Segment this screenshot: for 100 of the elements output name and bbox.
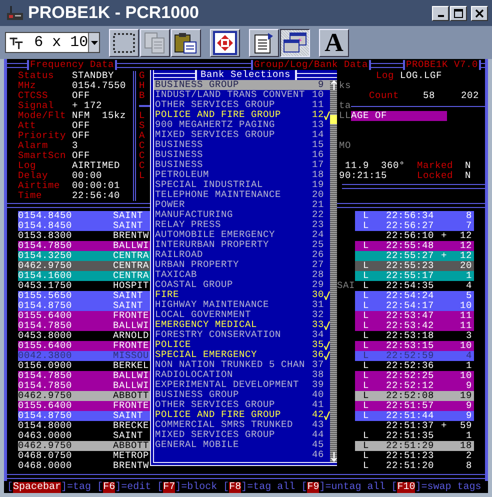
row-highlight[interactable]: 0154.7850 BALLWI	[18, 381, 150, 391]
row-highlight[interactable]: L 22:54:24 5	[355, 291, 474, 301]
minimize-button[interactable]	[432, 6, 449, 20]
bank-list-item[interactable]: URBAN PROPERTY 27	[154, 260, 330, 270]
row-highlight[interactable]: L 22:51:29 18	[355, 441, 474, 451]
properties-button[interactable]	[249, 28, 279, 56]
bank-list-item[interactable]: POWER 21	[154, 200, 330, 210]
bank-list-item[interactable]: GENERAL MOBILE 45	[154, 440, 330, 450]
bank-list-item[interactable]: LOCAL GOVERNMENT 32	[154, 310, 330, 320]
row-highlight[interactable]: 0468.0750 METROP	[18, 451, 150, 461]
row-highlight[interactable]: L 22:51:44 9	[355, 411, 474, 421]
row-highlight[interactable]: 0154.8450 SAINT	[18, 221, 150, 231]
bank-list-item[interactable]: BUSINESS 16	[154, 150, 330, 160]
font-size-select[interactable]: 6 x 10	[5, 32, 100, 53]
bank-list-item[interactable]: MIXED SERVICES GROUP 44	[154, 430, 330, 440]
row-highlight[interactable]: L 22:53:15 10	[355, 341, 474, 351]
close-button[interactable]	[471, 6, 488, 20]
bank-list-item[interactable]: AUTOMOBILE EMERGENCY 24	[154, 230, 330, 240]
row-highlight[interactable]: L 22:52:08 19	[355, 391, 474, 401]
select-button[interactable]	[109, 28, 139, 56]
count-cell: 4	[466, 350, 472, 361]
scroll-up-icon[interactable]	[330, 80, 336, 90]
bank-list-item[interactable]: MIXED SERVICES GROUP 14	[154, 130, 330, 140]
row-highlight[interactable]: 0155.6400 FRONTE	[18, 401, 150, 411]
row-highlight[interactable]: 0154.7850 BALLWI	[18, 321, 150, 331]
bank-list-item[interactable]: COMMERCIAL SMRS TRUNKED 43	[154, 420, 330, 430]
time-cell: 22:54:24	[386, 291, 434, 301]
row-highlight[interactable]: L 22:53:47 11	[355, 311, 474, 321]
row-highlight[interactable]: 0154.7850 BALLWI	[18, 241, 150, 251]
paste-button[interactable]	[171, 28, 201, 56]
row-highlight[interactable]: L 22:52:12 9	[355, 381, 474, 391]
row-highlight[interactable]: 0462.9750 ABBOTT	[18, 441, 150, 451]
row-highlight[interactable]: L 22:56:27 7	[355, 221, 474, 231]
name-cell: BALLWI	[113, 241, 150, 251]
row-highlight[interactable]: 0154.8750 SAINT	[18, 411, 150, 421]
locked-value: N	[465, 171, 472, 181]
bank-list-item[interactable]: SPECIAL EMERGENCY 36	[154, 350, 330, 360]
check-icon	[324, 290, 330, 300]
row-highlight[interactable]: 0462.9750 ABBOTT	[18, 391, 150, 401]
dropdown-button[interactable]	[88, 33, 99, 52]
row-highlight[interactable]: 0154.8750 SAINT	[18, 301, 150, 311]
frequency-cell: 0154.3250	[18, 251, 72, 261]
bank-list-item[interactable]: OTHER SERVICES GROUP 41	[154, 400, 330, 410]
row-highlight[interactable]: L 22:55:48 12	[355, 241, 474, 251]
bank-list-item[interactable]: MANUFACTURING 22	[154, 210, 330, 220]
bank-list-item[interactable]: NON NATION TRUNKED 5 CHAN 37	[154, 360, 330, 370]
row-highlight[interactable]: 0155.6400 FRONTE	[18, 341, 150, 351]
bank-list-item[interactable]: BUSINESS 15	[154, 140, 330, 150]
row-highlight[interactable]: 0453.1750 HOSPIT	[18, 281, 150, 291]
row-highlight[interactable]: L 22:55:23 20	[355, 261, 474, 271]
bank-list-item[interactable]: RAILROAD 26	[154, 250, 330, 260]
bank-list-item[interactable]: BUSINESS GROUP 9	[154, 80, 330, 90]
row-highlight[interactable]: L 22:51:57 9	[355, 401, 474, 411]
flag-cell: L	[363, 240, 370, 251]
name-cell: CENTRA	[113, 251, 150, 261]
row-highlight[interactable]: 0154.7850 BALLWI	[18, 371, 150, 381]
move-button[interactable]	[210, 28, 240, 56]
bank-list-item[interactable]: OTHER SERVICES GROUP 11	[154, 100, 330, 110]
bank-list-item[interactable]: RADIOLOCATION 38	[154, 370, 330, 380]
bank-list-item[interactable]: EXPERIMENTAL DEVELOPMENT 39	[154, 380, 330, 390]
row-highlight[interactable]: L 22:52:25 10	[355, 371, 474, 381]
row-highlight[interactable]: 0453.8000 ARNOLD	[18, 331, 150, 341]
bank-list-item[interactable]: BUSINESS 17	[154, 160, 330, 170]
bank-list-item[interactable]: POLICE 35	[154, 340, 330, 350]
maximize-button[interactable]	[450, 6, 467, 20]
bank-list-item[interactable]: HIGHWAY MAINTENANCE 31	[154, 300, 330, 310]
bank-list-item[interactable]: EMERGENCY MEDICAL 33	[154, 320, 330, 330]
bank-list-item[interactable]: TAXICAB 28	[154, 270, 330, 280]
bank-list-item[interactable]: RELAY PRESS 23	[154, 220, 330, 230]
row-highlight[interactable]: 0155.5650 SAINT	[18, 291, 150, 301]
bank-list-item[interactable]: TELEPHONE MAINTENANCE 20	[154, 190, 330, 200]
font-button[interactable]: A	[319, 28, 349, 56]
row-highlight[interactable]: 0153.8300 BRENTW	[18, 231, 150, 241]
row-highlight[interactable]: 0155.6400 FRONTE	[18, 311, 150, 321]
window-button[interactable]	[280, 28, 310, 56]
bank-list-item[interactable]: INTERURBAN PROPERTY 25	[154, 240, 330, 250]
bank-list-item[interactable]: FORESTRY CONSERVATION 34	[154, 330, 330, 340]
bank-list-item[interactable]: POLICE AND FIRE GROUP 12	[154, 110, 330, 120]
row-highlight[interactable]: 0156.0900 BERKEL	[18, 361, 150, 371]
row-highlight[interactable]: 0462.9750 CENTRA	[18, 261, 150, 271]
count-cell: 3	[466, 330, 472, 341]
scrollbar[interactable]	[330, 80, 337, 462]
bank-list-item[interactable]: COASTAL GROUP 29	[154, 280, 330, 290]
app-icon[interactable]	[6, 5, 24, 21]
bank-list-item[interactable]: INDUST/LAND TRANS CONVENT 10	[154, 90, 330, 100]
row-highlight[interactable]: 0468.0000 BRENTW	[18, 461, 150, 471]
row-highlight[interactable]: L 22:56:34 8	[355, 211, 474, 221]
bank-list-item[interactable]: 46	[154, 450, 330, 460]
row-highlight[interactable]: L 22:53:42 11	[355, 321, 474, 331]
bank-list-item[interactable]: 900 MEGAHERTZ PAGING 13	[154, 120, 330, 130]
bank-list-item[interactable]: BUSINESS GROUP 40	[154, 390, 330, 400]
row-highlight[interactable]: 0154.8000 BRECKE	[18, 421, 150, 431]
scroll-down-icon[interactable]	[330, 452, 336, 462]
scrollbar-thumb[interactable]	[330, 115, 337, 124]
bank-list-item[interactable]: SPECIAL INDUSTRIAL 19	[154, 180, 330, 190]
bank-list-item[interactable]: POLICE AND FIRE GROUP 42	[154, 410, 330, 420]
bank-list-item[interactable]: FIRE 30	[154, 290, 330, 300]
row-highlight[interactable]: L 22:54:17 10	[355, 301, 474, 311]
row-highlight[interactable]: 0154.8450 SAINT	[18, 211, 150, 221]
bank-list-item[interactable]: PETROLEUM 18	[154, 170, 330, 180]
